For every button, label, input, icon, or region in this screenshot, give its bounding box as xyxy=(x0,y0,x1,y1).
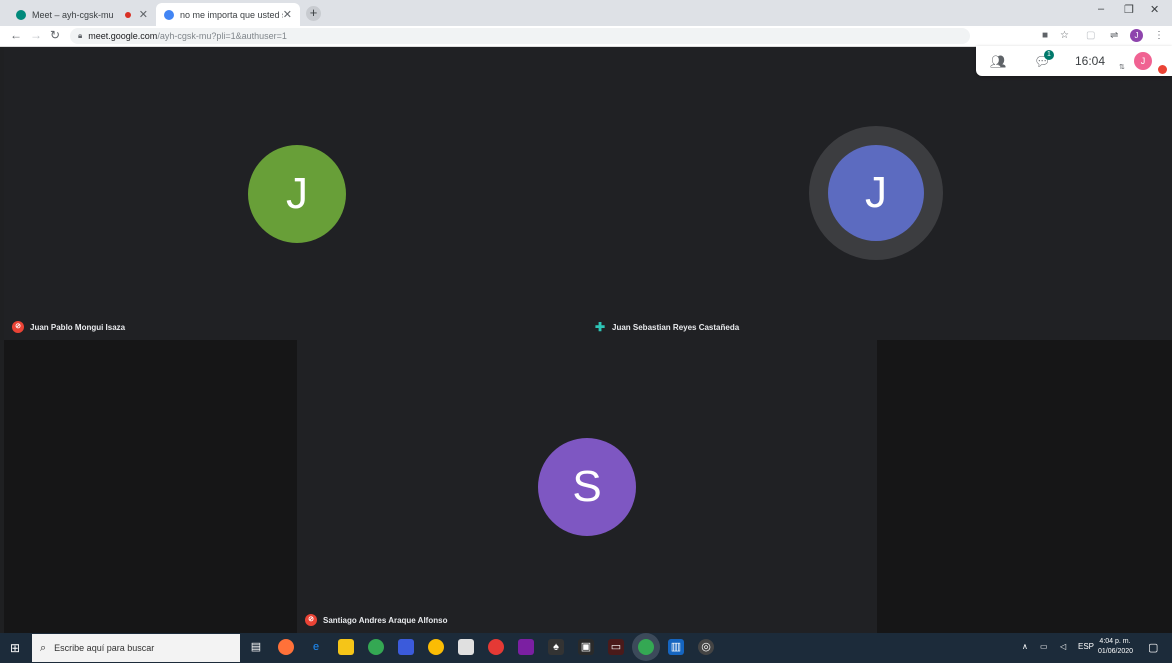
cast-icon[interactable]: ⇌ xyxy=(1110,30,1118,41)
file-explorer-icon[interactable] xyxy=(338,639,354,655)
reload-icon[interactable]: ↻ xyxy=(50,28,60,42)
participant-name: Juan Pablo Mongui Isaza xyxy=(30,322,126,332)
chrome-icon[interactable] xyxy=(368,639,384,655)
chrome-active-icon[interactable] xyxy=(638,639,654,655)
profile-avatar[interactable]: J xyxy=(1130,29,1143,42)
speaking-icon: ✚ xyxy=(594,320,606,334)
app-icon[interactable]: ♠ xyxy=(548,639,564,655)
browser-nav-bar: ← → ↻ 🔒︎ meet.google.com /ayh-cgsk-mu?pl… xyxy=(0,26,1172,47)
empty-area xyxy=(4,340,297,633)
self-mic-off-icon xyxy=(1158,65,1167,74)
lock-icon: 🔒︎ xyxy=(78,31,83,40)
windows-taskbar: ⊞ ⌕ Escribe aquí para buscar ▤ e ♠ ▣ ▭ ▥… xyxy=(0,633,1172,663)
restore-button[interactable]: ❐ xyxy=(1124,3,1134,16)
participant-nametag: ⊘ Juan Pablo Mongui Isaza xyxy=(12,321,125,333)
windows-start-icon[interactable]: ⊞ xyxy=(10,641,20,655)
people-icon[interactable]: 👥︎ xyxy=(990,54,1007,70)
minimize-button[interactable]: – xyxy=(1098,3,1104,15)
app-icon[interactable]: ▣ xyxy=(578,639,594,655)
firefox-icon[interactable] xyxy=(278,639,294,655)
url-host: meet.google.com xyxy=(88,31,158,41)
self-avatar[interactable]: J xyxy=(1134,52,1152,70)
chat-badge: 1 xyxy=(1044,50,1054,60)
network-icon[interactable]: ▭ xyxy=(1040,642,1048,651)
app-icon[interactable] xyxy=(428,639,444,655)
participant-nametag: ✚ Juan Sebastian Reyes Castañeda xyxy=(594,321,739,333)
opera-icon[interactable] xyxy=(488,639,504,655)
edge-icon[interactable]: e xyxy=(308,639,324,655)
search-placeholder: Escribe aquí para buscar xyxy=(54,643,155,653)
new-tab-button[interactable]: + xyxy=(306,6,321,21)
taskbar-time: 4:04 p. m. xyxy=(1099,638,1131,645)
notification-icon[interactable]: ▢ xyxy=(1148,641,1158,654)
back-icon[interactable]: ← xyxy=(10,28,22,42)
app-icon[interactable]: ▭ xyxy=(608,639,624,655)
volume-icon[interactable]: ◁ xyxy=(1060,642,1066,651)
participant-name: Juan Sebastian Reyes Castañeda xyxy=(612,322,740,332)
close-window-button[interactable]: ✕ xyxy=(1150,3,1159,16)
mic-off-icon: ⊘ xyxy=(12,321,24,333)
participant-avatar: S xyxy=(538,438,636,536)
tab-meet[interactable]: Meet – ayh-cgsk-mu ✕ xyxy=(8,3,156,26)
menu-icon[interactable]: ⋮ xyxy=(1154,30,1164,41)
participant-avatar: J xyxy=(828,145,924,241)
taskbar-search[interactable]: ⌕ Escribe aquí para buscar xyxy=(32,634,240,662)
empty-area xyxy=(877,340,1172,633)
browser-tab-bar: Meet – ayh-cgsk-mu ✕ no me importa que u… xyxy=(0,0,1172,26)
participant-nametag: ⊘ Santiago Andres Araque Alfonso xyxy=(305,614,447,626)
app-icon[interactable] xyxy=(398,639,414,655)
participant-tile: J ✚ Juan Sebastian Reyes Castañeda xyxy=(588,47,1172,339)
tab-title: no me importa que usted sea m xyxy=(180,9,283,20)
tab-search[interactable]: no me importa que usted sea m ✕ xyxy=(156,3,300,26)
meet-grid: J ⊘ Juan Pablo Mongui Isaza J ✚ Juan Seb… xyxy=(4,47,1172,633)
close-tab-icon[interactable]: ✕ xyxy=(283,8,292,21)
url-path: /ayh-cgsk-mu?pli=1&authuser=1 xyxy=(157,31,287,41)
close-tab-icon[interactable]: ✕ xyxy=(139,8,148,21)
extension-icon[interactable]: ▢ xyxy=(1086,30,1095,41)
participant-tile: S ⊘ Santiago Andres Araque Alfonso xyxy=(297,340,877,633)
google-favicon-icon xyxy=(164,9,174,20)
taskbar-clock[interactable]: 4:04 p. m. 01/06/2020 xyxy=(1098,637,1134,657)
meeting-clock: 16:04 xyxy=(1075,54,1106,68)
meet-favicon-icon xyxy=(16,9,26,20)
app-icon[interactable]: ▥ xyxy=(668,639,684,655)
expand-icon[interactable]: ⇅ xyxy=(1119,63,1125,71)
tray-arrow-icon[interactable]: ∧ xyxy=(1022,642,1028,651)
search-icon: ⌕ xyxy=(40,641,47,654)
language-indicator[interactable]: ESP xyxy=(1078,642,1094,651)
taskbar-date: 01/06/2020 xyxy=(1098,648,1134,655)
task-view-icon[interactable]: ▤ xyxy=(248,639,264,655)
mic-off-icon: ⊘ xyxy=(305,614,317,626)
address-bar[interactable]: 🔒︎ meet.google.com /ayh-cgsk-mu?pli=1&au… xyxy=(70,28,970,44)
app-icon[interactable] xyxy=(518,639,534,655)
app-icon[interactable]: ◎ xyxy=(698,639,714,655)
star-icon[interactable]: ☆ xyxy=(1060,30,1069,41)
forward-icon[interactable]: → xyxy=(30,28,42,42)
camera-icon[interactable]: ■ xyxy=(1042,30,1048,41)
participant-avatar: J xyxy=(248,145,346,243)
meeting-info-card: 👥︎ 💬︎ 1 16:04 ⇅ J xyxy=(976,46,1172,76)
recording-dot-icon xyxy=(124,11,131,18)
store-icon[interactable] xyxy=(458,639,474,655)
tab-title: Meet – ayh-cgsk-mu xyxy=(32,9,114,20)
participant-name: Santiago Andres Araque Alfonso xyxy=(323,615,448,625)
participant-tile: J ⊘ Juan Pablo Mongui Isaza xyxy=(4,47,588,339)
